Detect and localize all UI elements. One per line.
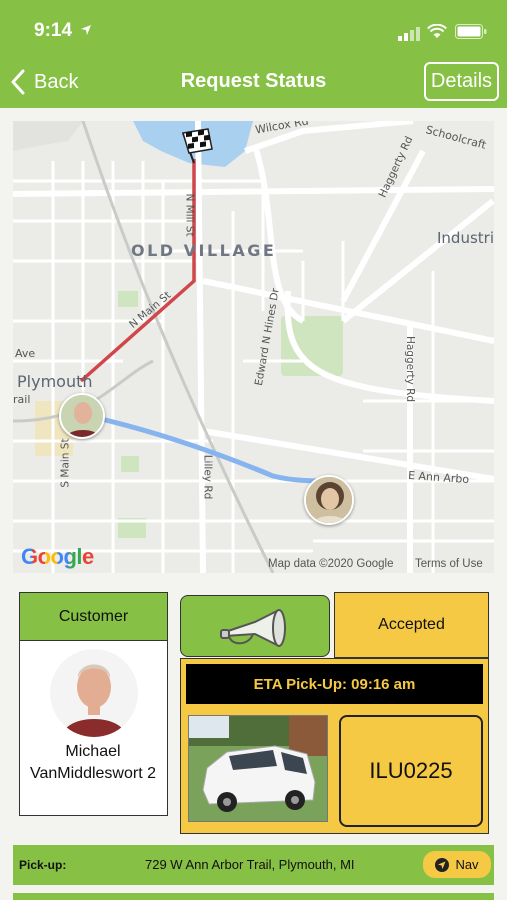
battery-icon — [455, 24, 487, 39]
map-background — [13, 121, 494, 573]
map-label-industri: Industri — [437, 229, 494, 247]
bottom-strip — [13, 893, 494, 900]
customer-photo — [50, 649, 138, 737]
customer-map-avatar[interactable] — [304, 475, 354, 525]
map-label-lilley: Lilley Rd — [201, 454, 214, 500]
google-logo: Google — [21, 544, 94, 569]
route-map[interactable]: OLD VILLAGE Plymouth Industri Wilcox Rd … — [13, 121, 494, 573]
location-arrow-icon — [81, 25, 91, 35]
wifi-icon — [427, 24, 447, 38]
pickup-bar: Pick-up: 729 W Ann Arbor Trail, Plymouth… — [13, 845, 494, 885]
map-label-plymouth: Plymouth — [17, 372, 93, 391]
map-label-haggerty-mid: Haggerty Rd — [404, 335, 417, 403]
map-data-attribution: Map data ©2020 Google — [268, 558, 394, 570]
driver-avatar[interactable] — [59, 393, 105, 439]
vehicle-photo — [188, 715, 328, 822]
nav-button[interactable]: Nav — [423, 851, 491, 878]
customer-card: Customer Michael VanMiddleswort 2 — [19, 592, 168, 816]
vehicle-panel: ETA Pick-Up: 09:16 am ILU0225 — [180, 658, 489, 834]
customer-card-header: Customer — [20, 593, 167, 641]
map-label-ave: Ave — [15, 347, 36, 360]
navigation-arrow-icon — [435, 857, 450, 872]
map-label-s-main: S Main St — [59, 438, 72, 488]
eta-pickup: ETA Pick-Up: 09:16 am — [186, 664, 483, 704]
map-label-old-village: OLD VILLAGE — [131, 241, 277, 260]
details-button[interactable]: Details — [424, 62, 499, 101]
license-plate: ILU0225 — [339, 715, 483, 827]
map-label-n-mill: N Mill St — [183, 193, 196, 237]
signal-icon — [398, 27, 420, 41]
nav-label: Nav — [455, 857, 479, 872]
customer-name: Michael VanMiddleswort 2 — [30, 743, 156, 782]
pickup-label: Pick-up: — [19, 858, 67, 872]
status-time: 9:14 — [34, 20, 73, 41]
request-status-badge: Accepted — [334, 592, 489, 658]
terms-of-use-link[interactable]: Terms of Use — [415, 558, 483, 570]
horn-button[interactable] — [180, 595, 330, 657]
app-header: 9:14 Back Request Status Details — [0, 0, 507, 108]
map-label-rail: rail — [13, 393, 31, 406]
status-bar: 9:14 — [0, 0, 507, 60]
pickup-address: 729 W Ann Arbor Trail, Plymouth, MI — [145, 857, 355, 872]
horn-icon — [220, 609, 286, 647]
